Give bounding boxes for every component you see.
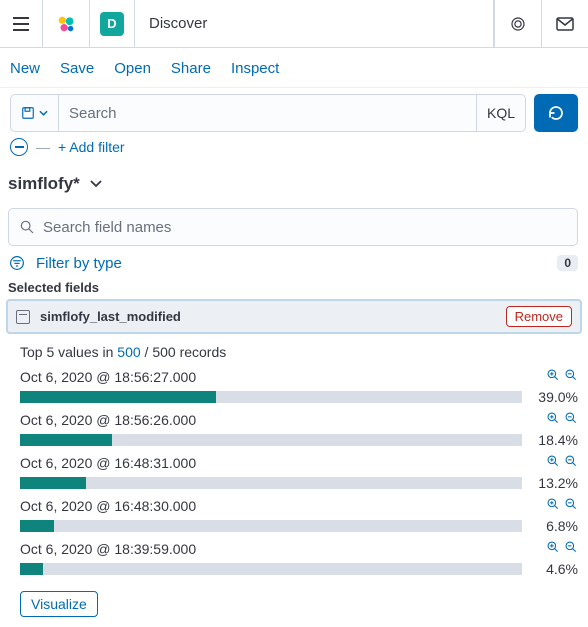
value-bar-fill <box>20 563 43 575</box>
filter-for-icon[interactable] <box>546 454 560 471</box>
selected-field-name: simflofy_last_modified <box>40 309 496 324</box>
value-bar-track <box>20 520 522 532</box>
page-title: Discover <box>135 0 494 47</box>
filter-for-icon[interactable] <box>546 411 560 428</box>
filter-type-count: 0 <box>557 255 578 271</box>
newsfeed-button[interactable] <box>494 0 541 47</box>
refresh-icon <box>547 104 565 122</box>
selected-fields-heading: Selected fields <box>0 280 588 299</box>
index-pattern-label: simflofy* <box>8 174 80 194</box>
tab-inspect[interactable]: Inspect <box>231 60 279 77</box>
tab-new[interactable]: New <box>10 60 40 77</box>
value-percent: 13.2% <box>532 475 578 491</box>
filter-icon <box>8 254 26 272</box>
query-bar: Search KQL <box>0 88 588 138</box>
field-value-label: Oct 6, 2020 @ 18:56:27.000 <box>20 369 546 385</box>
cheer-icon <box>509 15 527 33</box>
refresh-button[interactable] <box>534 94 578 132</box>
app-chip[interactable]: D <box>90 0 135 47</box>
filter-out-icon[interactable] <box>564 540 578 557</box>
value-percent: 4.6% <box>532 561 578 577</box>
logo-button[interactable] <box>43 0 90 47</box>
filter-out-icon[interactable] <box>564 497 578 514</box>
field-value-row: Oct 6, 2020 @ 16:48:31.000 13.2% <box>20 454 578 491</box>
field-value-label: Oct 6, 2020 @ 18:56:26.000 <box>20 412 546 428</box>
chevron-down-icon <box>39 110 48 116</box>
tab-share[interactable]: Share <box>171 60 211 77</box>
value-bar-track <box>20 563 522 575</box>
value-bar-track <box>20 391 522 403</box>
top5-count-link[interactable]: 500 <box>117 344 140 360</box>
kql-button[interactable]: KQL <box>477 94 526 132</box>
value-percent: 6.8% <box>532 518 578 534</box>
filter-divider: — <box>36 139 50 155</box>
filter-for-icon[interactable] <box>546 540 560 557</box>
field-search-placeholder: Search field names <box>43 219 171 236</box>
filter-out-icon[interactable] <box>564 368 578 385</box>
value-percent: 39.0% <box>532 389 578 405</box>
field-stats: Top 5 values in 500 / 500 records Oct 6,… <box>0 338 588 627</box>
field-value-row: Oct 6, 2020 @ 16:48:30.000 6.8% <box>20 497 578 534</box>
filter-for-icon[interactable] <box>546 497 560 514</box>
field-value-label: Oct 6, 2020 @ 16:48:30.000 <box>20 498 546 514</box>
selected-field-row[interactable]: simflofy_last_modified Remove <box>6 299 582 334</box>
mail-icon <box>556 17 574 31</box>
filter-options-icon[interactable] <box>10 138 28 156</box>
date-icon <box>16 310 30 324</box>
action-tabs: New Save Open Share Inspect <box>0 48 588 88</box>
value-bar-fill <box>20 434 112 446</box>
field-value-label: Oct 6, 2020 @ 16:48:31.000 <box>20 455 546 471</box>
chevron-down-icon <box>90 180 102 188</box>
tab-open[interactable]: Open <box>114 60 151 77</box>
mail-button[interactable] <box>541 0 588 47</box>
field-value-row: Oct 6, 2020 @ 18:39:59.000 4.6% <box>20 540 578 577</box>
value-bar-track <box>20 434 522 446</box>
filter-out-icon[interactable] <box>564 454 578 471</box>
field-value-row: Oct 6, 2020 @ 18:56:26.000 18.4% <box>20 411 578 448</box>
query-input[interactable]: Search <box>59 94 477 132</box>
add-filter-button[interactable]: + Add filter <box>58 139 125 155</box>
saved-queries-button[interactable] <box>10 94 59 132</box>
filter-for-icon[interactable] <box>546 368 560 385</box>
filter-bar: — + Add filter <box>0 138 588 164</box>
index-pattern-selector[interactable]: simflofy* <box>0 164 588 204</box>
value-bar-fill <box>20 391 216 403</box>
filter-by-type-button[interactable]: Filter by type <box>36 255 547 272</box>
elastic-logo-icon <box>55 13 77 35</box>
visualize-button[interactable]: Visualize <box>20 591 98 617</box>
value-bar-fill <box>20 477 86 489</box>
field-value-row: Oct 6, 2020 @ 18:56:27.000 39.0% <box>20 368 578 405</box>
search-icon <box>19 219 35 235</box>
menu-button[interactable] <box>0 0 43 47</box>
save-icon <box>21 106 35 120</box>
app-chip-letter: D <box>100 12 124 36</box>
tab-save[interactable]: Save <box>60 60 94 77</box>
value-bar-track <box>20 477 522 489</box>
filter-out-icon[interactable] <box>564 411 578 428</box>
menu-icon <box>12 17 30 31</box>
filter-by-type-row: Filter by type 0 <box>8 254 578 272</box>
field-value-label: Oct 6, 2020 @ 18:39:59.000 <box>20 541 546 557</box>
field-search-input[interactable]: Search field names <box>8 208 578 246</box>
topbar: D Discover <box>0 0 588 48</box>
top5-summary: Top 5 values in 500 / 500 records <box>20 344 578 360</box>
value-bar-fill <box>20 520 54 532</box>
value-percent: 18.4% <box>532 432 578 448</box>
remove-field-button[interactable]: Remove <box>506 306 572 327</box>
